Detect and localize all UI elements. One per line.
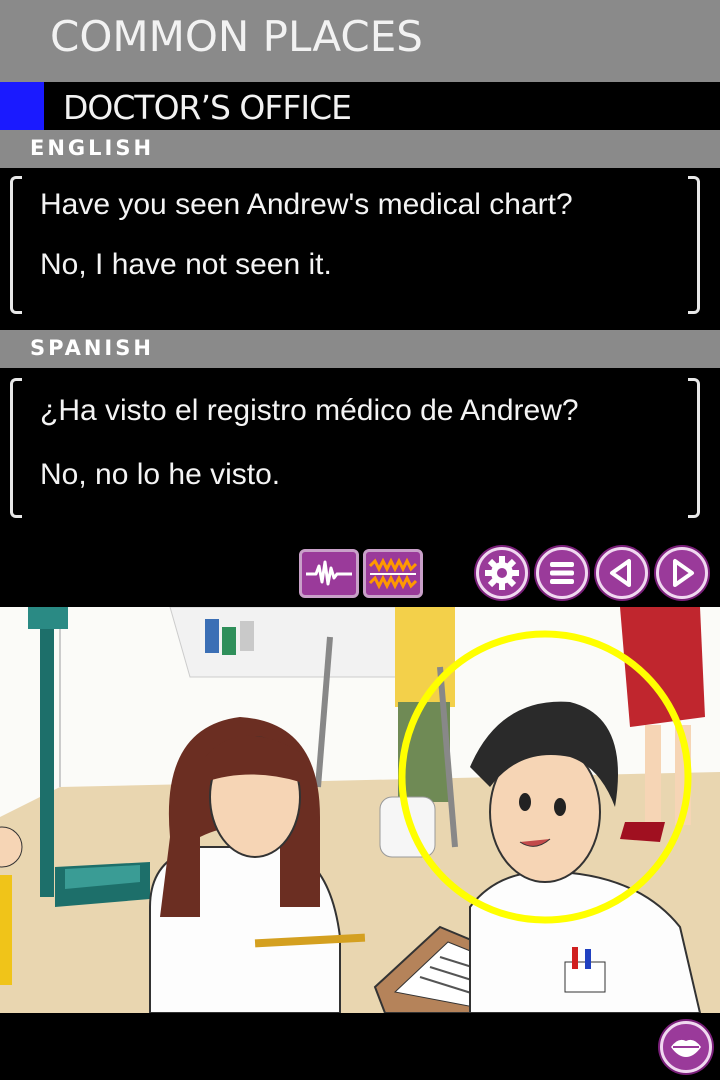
- english-text-panel: Have you seen Andrew's medical chart? No…: [10, 176, 700, 314]
- gear-icon: [485, 556, 519, 590]
- top-bar: COMMON PLACES: [0, 0, 720, 82]
- play-audio-button[interactable]: [299, 549, 359, 598]
- menu-button[interactable]: [536, 547, 588, 599]
- next-button[interactable]: [656, 547, 708, 599]
- settings-button[interactable]: [476, 547, 528, 599]
- doctors-office-illustration: [0, 607, 720, 1013]
- lips-icon: [671, 1039, 701, 1057]
- page-title: COMMON PLACES: [50, 12, 423, 61]
- spanish-line-1: ¿Ha visto el registro médico de Andrew?: [40, 394, 579, 427]
- bracket-right: [688, 176, 700, 314]
- english-line-1: Have you seen Andrew's medical chart?: [40, 188, 573, 221]
- waveform-slow-icon: [368, 557, 418, 590]
- bracket-left: [10, 176, 22, 314]
- spanish-line-2: No, no lo he visto.: [40, 458, 281, 491]
- bracket-right: [688, 378, 700, 518]
- spanish-label: SPANISH: [30, 336, 154, 360]
- previous-button[interactable]: [596, 547, 648, 599]
- spanish-label-bar: SPANISH: [0, 330, 720, 368]
- triangle-right-icon: [673, 559, 694, 587]
- sub-header: DOCTOR’S OFFICE: [0, 82, 720, 130]
- english-line-2: No, I have not seen it.: [40, 248, 332, 281]
- triangle-left-icon: [610, 559, 631, 587]
- bottle: [205, 619, 219, 653]
- bracket-left: [10, 378, 22, 518]
- english-label-bar: ENGLISH: [0, 130, 720, 168]
- bottle: [222, 627, 236, 655]
- spanish-text-panel: ¿Ha visto el registro médico de Andrew? …: [10, 378, 700, 518]
- bottom-bar: [0, 1013, 720, 1080]
- waveform-icon: [306, 560, 352, 586]
- menu-icon: [550, 562, 574, 584]
- accent-block: [0, 82, 44, 130]
- bottle: [240, 621, 254, 651]
- speak-button[interactable]: [660, 1021, 712, 1073]
- play-slow-audio-button[interactable]: [363, 549, 423, 598]
- category-title: DOCTOR’S OFFICE: [63, 88, 352, 127]
- english-label: ENGLISH: [30, 136, 155, 160]
